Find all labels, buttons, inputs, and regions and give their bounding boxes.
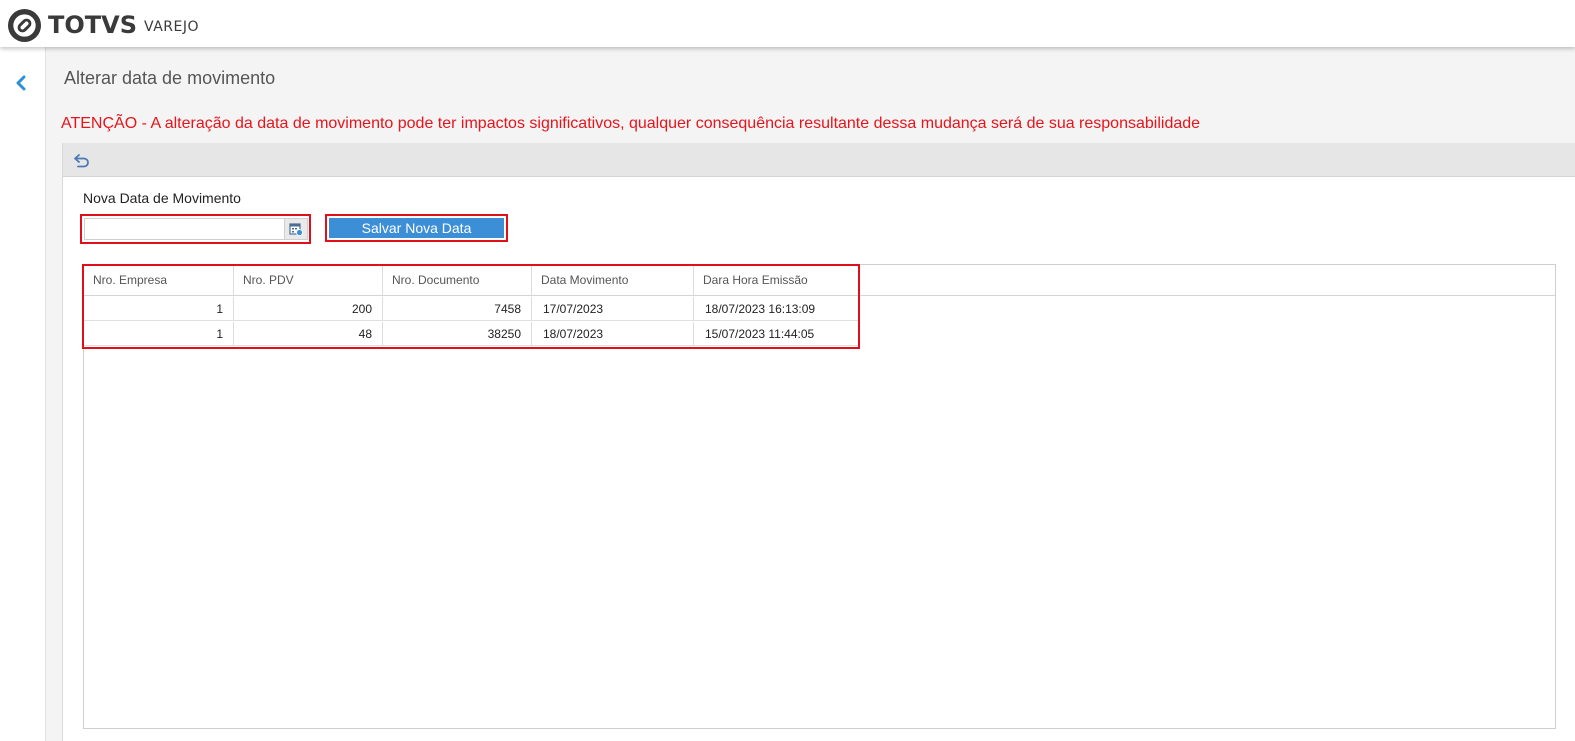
save-button-highlight: Salvar Nova Data xyxy=(325,214,508,242)
column-header-nro-empresa[interactable]: Nro. Empresa xyxy=(84,265,234,296)
left-rail xyxy=(0,47,46,741)
calendar-icon xyxy=(289,223,303,236)
cell-nro-pdv: 48 xyxy=(234,322,383,346)
panel-toolbar xyxy=(63,143,1575,177)
cell-nro-pdv: 200 xyxy=(234,297,383,321)
cell-data-movimento: 18/07/2023 xyxy=(532,322,694,346)
top-bar: TOTVS VAREJO xyxy=(0,0,1575,47)
save-new-date-button[interactable]: Salvar Nova Data xyxy=(329,218,504,238)
brand-module: VAREJO xyxy=(144,18,199,35)
cell-nro-documento: 38250 xyxy=(383,322,532,346)
totvs-logo-icon xyxy=(7,8,42,42)
column-header-data-movimento[interactable]: Data Movimento xyxy=(532,265,694,296)
totvs-logo[interactable]: TOTVS VAREJO xyxy=(7,7,199,43)
new-date-label: Nova Data de Movimento xyxy=(83,190,241,206)
brand-name: TOTVS xyxy=(48,11,138,39)
table-header: Nro. Empresa Nro. PDV Nro. Documento Dat… xyxy=(84,265,1555,296)
column-header-nro-pdv[interactable]: Nro. PDV xyxy=(234,265,383,296)
movement-table: Nro. Empresa Nro. PDV Nro. Documento Dat… xyxy=(83,264,1556,729)
chevron-left-icon[interactable] xyxy=(14,75,28,91)
undo-icon[interactable] xyxy=(73,152,91,168)
cell-nro-empresa: 1 xyxy=(84,297,234,321)
table-row[interactable]: 1 200 7458 17/07/2023 18/07/2023 16:13:0… xyxy=(84,297,860,321)
cell-data-hora-emissao: 18/07/2023 16:13:09 xyxy=(694,297,860,321)
table-row[interactable]: 1 48 38250 18/07/2023 15/07/2023 11:44:0… xyxy=(84,322,860,346)
page-title: Alterar data de movimento xyxy=(64,68,276,88)
new-date-field-highlight xyxy=(80,214,311,244)
column-header-nro-documento[interactable]: Nro. Documento xyxy=(383,265,532,296)
column-header-data-hora-emissao[interactable]: Dara Hora Emissão xyxy=(694,265,860,296)
cell-data-movimento: 17/07/2023 xyxy=(532,297,694,321)
cell-nro-documento: 7458 xyxy=(383,297,532,321)
warning-message: ATENÇÃO - A alteração da data de movimen… xyxy=(61,115,1201,132)
calendar-button[interactable] xyxy=(284,218,308,240)
cell-data-hora-emissao: 15/07/2023 11:44:05 xyxy=(694,322,860,346)
cell-nro-empresa: 1 xyxy=(84,322,234,346)
new-date-input[interactable] xyxy=(84,218,284,240)
